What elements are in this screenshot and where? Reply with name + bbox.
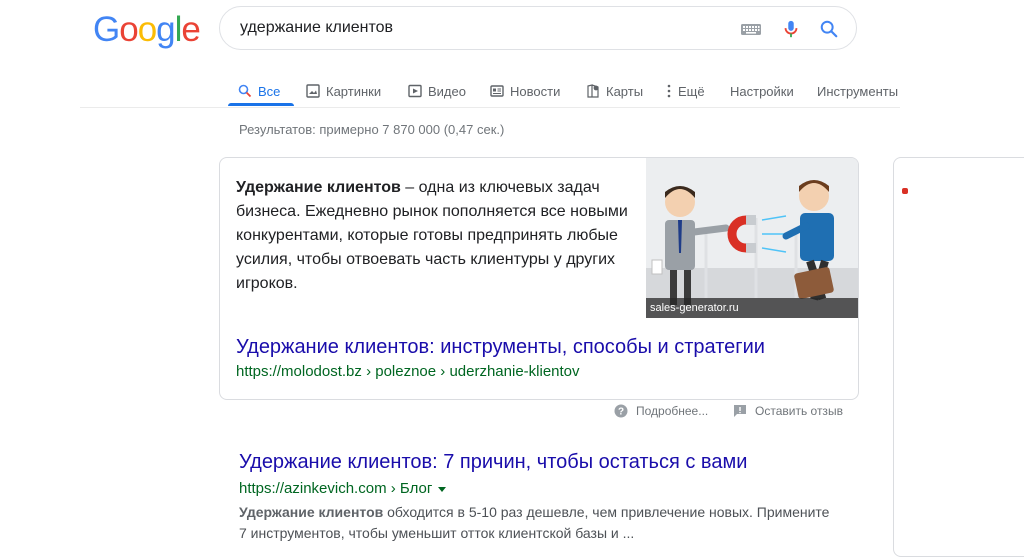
snippet-text: Удержание клиентов – одна из ключевых за…: [236, 176, 628, 296]
tab-maps[interactable]: Карты: [586, 76, 643, 106]
featured-snippet: Удержание клиентов – одна из ключевых за…: [219, 157, 859, 400]
result-url[interactable]: https://azinkevich.com › Блог: [239, 480, 447, 497]
news-icon: [490, 85, 504, 97]
feedback-button[interactable]: Оставить отзыв: [733, 404, 843, 418]
map-pin-icon: [587, 84, 599, 98]
search-icon: [238, 84, 252, 98]
svg-text:?: ?: [618, 407, 624, 418]
featured-result-url[interactable]: https://molodost.bz › poleznoe › uderzha…: [236, 363, 580, 380]
keyboard-icon[interactable]: [740, 19, 762, 39]
image-source-caption: sales-generator.ru: [646, 298, 858, 318]
logo-letter-o1: o: [119, 10, 138, 49]
tab-label: Все: [258, 83, 281, 99]
tab-images[interactable]: Картинки: [306, 76, 381, 106]
panel-marker: [902, 188, 908, 194]
result-snippet: Удержание клиентов обходится в 5-10 раз …: [239, 502, 839, 544]
search-box: [219, 6, 857, 50]
search-icon[interactable]: [818, 19, 840, 39]
tab-label: Картинки: [326, 83, 382, 99]
tab-label: Новости: [510, 83, 561, 99]
active-tab-indicator: [228, 103, 294, 106]
tab-settings[interactable]: Настройки: [730, 76, 794, 106]
chevron-down-icon[interactable]: [438, 486, 447, 492]
tab-label: Ещё: [678, 83, 705, 99]
more-vert-icon: [667, 84, 671, 98]
featured-result-link[interactable]: Удержание клиентов: инструменты, способы…: [236, 336, 765, 359]
video-icon: [408, 84, 422, 98]
tab-news[interactable]: Новости: [490, 76, 560, 106]
result-url-text: https://azinkevich.com › Блог: [239, 480, 433, 497]
feedback-icon: [734, 405, 746, 417]
magnet-illustration: [646, 158, 858, 318]
tab-label: Видео: [428, 83, 466, 99]
logo-letter-g: G: [93, 10, 120, 49]
feedback-label: Оставить отзыв: [755, 404, 843, 418]
google-logo[interactable]: Google: [93, 10, 201, 49]
tab-all[interactable]: Все: [238, 76, 280, 106]
tabs-divider: [80, 107, 900, 108]
result-title[interactable]: Удержание клиентов: 7 причин, чтобы оста…: [239, 451, 747, 474]
result-snippet-bold: Удержание клиентов: [239, 504, 384, 520]
tab-video[interactable]: Видео: [408, 76, 466, 106]
tab-more[interactable]: Ещё: [666, 76, 705, 106]
tab-label: Карты: [606, 83, 644, 99]
logo-letter-g2: g: [156, 10, 175, 49]
tab-label: Инструменты: [817, 83, 899, 99]
about-featured-snippet[interactable]: ? Подробнее...: [614, 404, 708, 418]
search-input[interactable]: [240, 18, 720, 38]
knowledge-panel: [893, 157, 1024, 557]
snippet-bold: Удержание клиентов: [236, 179, 401, 196]
tab-tools[interactable]: Инструменты: [817, 76, 898, 106]
logo-letter-e: e: [181, 10, 200, 49]
tab-label: Настройки: [730, 83, 794, 99]
logo-letter-o2: o: [137, 10, 157, 49]
image-icon: [306, 84, 320, 98]
snippet-image[interactable]: sales-generator.ru: [646, 158, 858, 318]
more-label: Подробнее...: [636, 404, 709, 418]
result-stats: Результатов: примерно 7 870 000 (0,47 се…: [239, 122, 505, 137]
help-icon: ?: [614, 404, 628, 418]
microphone-icon[interactable]: [780, 19, 802, 39]
